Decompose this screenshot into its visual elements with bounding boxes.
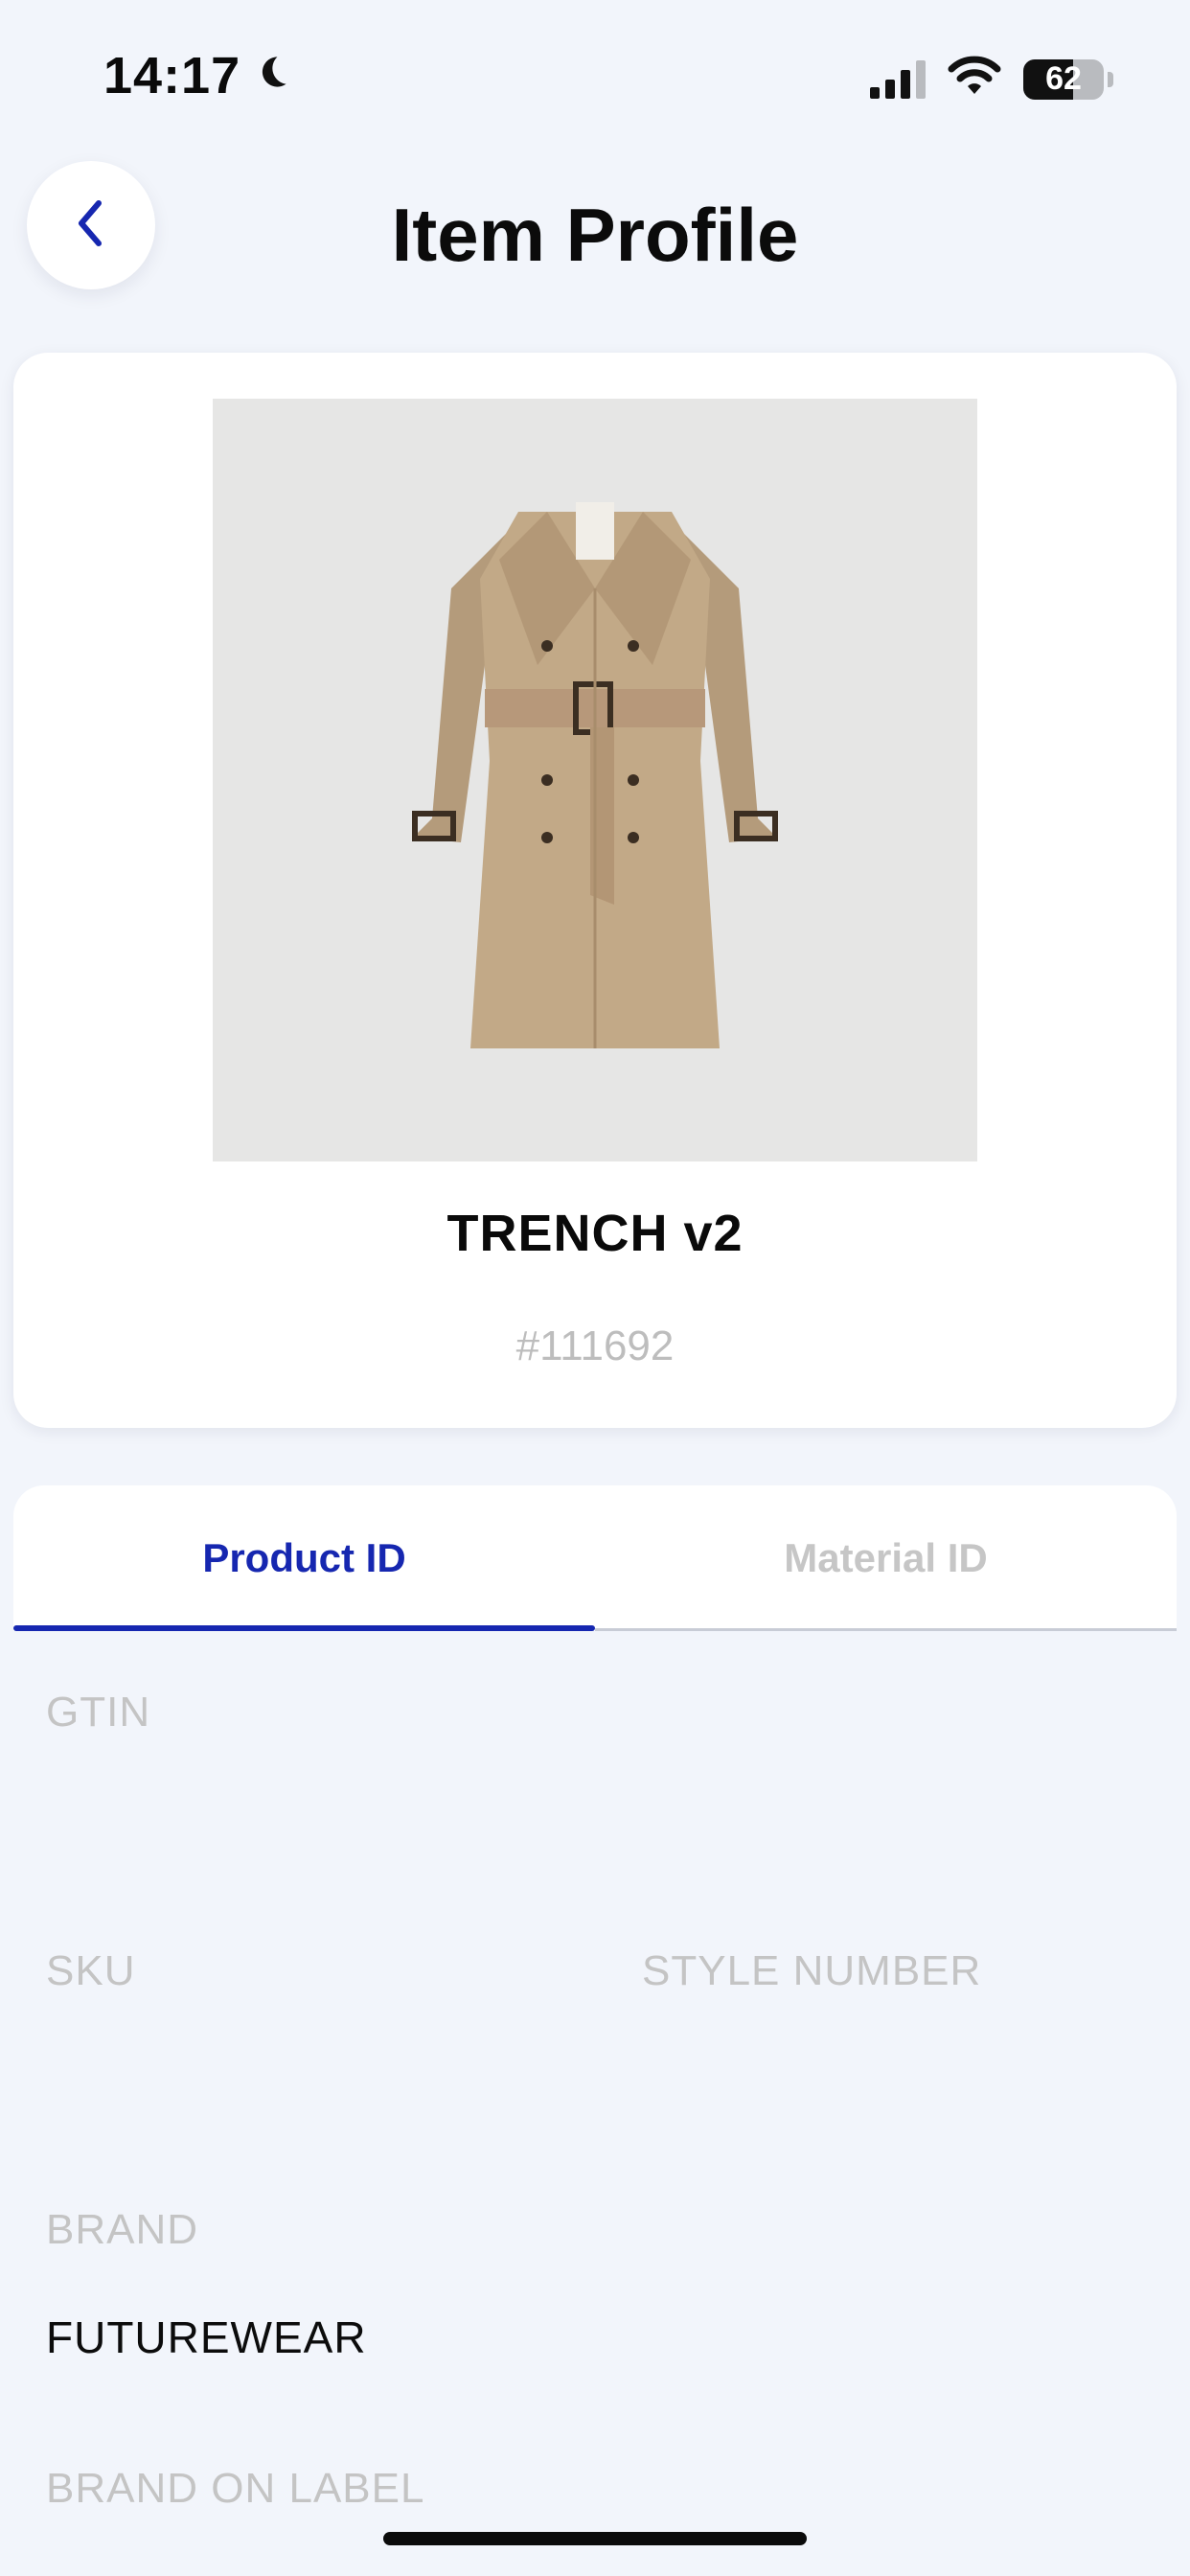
product-image (213, 399, 977, 1162)
tab-material-id[interactable]: Material ID (595, 1485, 1177, 1631)
cellular-signal-icon (870, 59, 926, 99)
status-icons: 62 (870, 56, 1113, 103)
battery-icon: 62 (1023, 58, 1104, 100)
moon-icon (250, 46, 292, 105)
battery-percent: 62 (1045, 60, 1082, 97)
brand-value: FUTUREWEAR (46, 2312, 367, 2362)
tab-bar: Product ID Material ID (13, 1485, 1177, 1631)
product-number: #111692 (515, 1322, 675, 1369)
brand-label: BRAND (46, 2206, 199, 2253)
brand-on-label-label: BRAND ON LABEL (46, 2465, 425, 2512)
home-indicator[interactable] (383, 2532, 807, 2545)
wifi-icon (947, 56, 1002, 103)
active-tab-indicator (13, 1625, 595, 1631)
gtin-label: GTIN (46, 1689, 151, 1736)
status-time: 14:17 (103, 47, 241, 104)
tab-divider (595, 1628, 1177, 1631)
status-bar: 14:17 62 (0, 0, 1190, 153)
status-time-group: 14:17 (103, 46, 292, 105)
battery-cap (1108, 71, 1113, 87)
coat-image (412, 502, 778, 1048)
product-card: TRENCH v2 #111692 (13, 353, 1177, 1428)
sku-label: SKU (46, 1947, 136, 1994)
page-title: Item Profile (391, 193, 799, 277)
product-id-fields: GTIN SKU STYLE NUMBER BRAND FUTUREWEAR B… (0, 1641, 1190, 2576)
tab-product-id[interactable]: Product ID (13, 1485, 595, 1631)
product-name: TRENCH v2 (446, 1205, 744, 1262)
style-number-label: STYLE NUMBER (642, 1947, 982, 1994)
